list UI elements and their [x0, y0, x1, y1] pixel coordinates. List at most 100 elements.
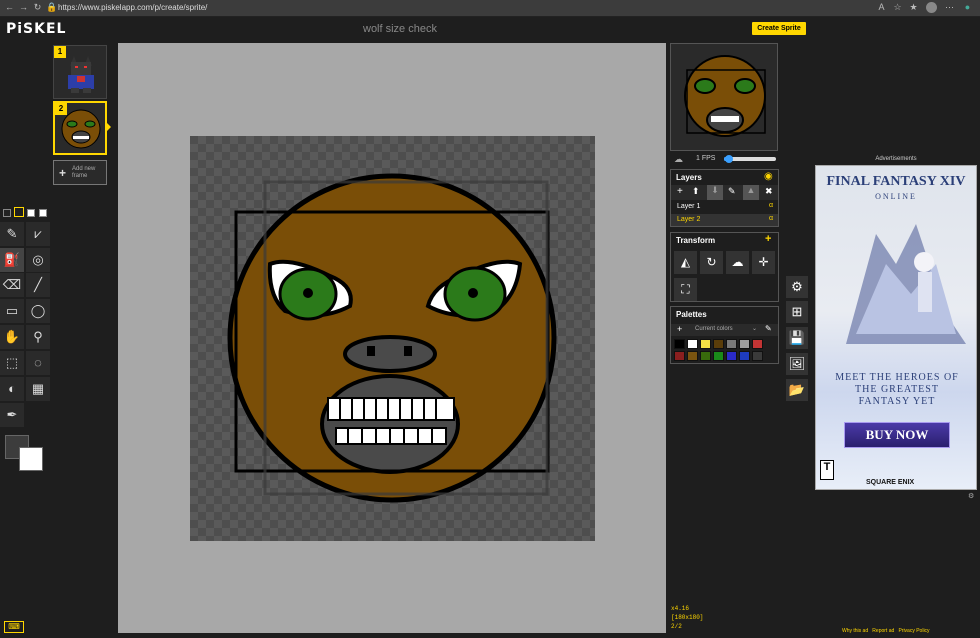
forward-icon[interactable]: →: [18, 2, 29, 13]
palette-swatch[interactable]: [700, 339, 711, 349]
transform-title: Transform: [676, 236, 716, 245]
palette-swatch[interactable]: [713, 339, 724, 349]
fps-label: 1 FPS: [696, 155, 716, 162]
palette-swatch[interactable]: [726, 351, 737, 361]
palette-swatch[interactable]: [674, 351, 685, 361]
palette-swatch[interactable]: [687, 339, 698, 349]
frame-counter: 2/2: [671, 623, 682, 630]
reader-icon[interactable]: A: [876, 2, 887, 13]
paint-all-same-color-icon[interactable]: ◎: [26, 248, 50, 272]
frame-thumbnail-2[interactable]: 2: [53, 101, 107, 155]
color-picker-icon[interactable]: ✒: [0, 403, 24, 427]
esrb-rating: T: [820, 460, 834, 480]
address-bar[interactable]: https://www.piskelapp.com/p/create/sprit…: [58, 3, 207, 12]
lighten-tool-icon[interactable]: ◐: [0, 377, 24, 401]
browser-toolbar: ← → ↻ 🔒 https://www.piskelapp.com/p/crea…: [0, 0, 980, 17]
preview-image: [684, 55, 766, 137]
resize-icon[interactable]: ⊞: [786, 301, 808, 323]
move-layer-up-icon[interactable]: ⬆: [692, 186, 700, 197]
ad-buy-now-button[interactable]: BUY NOW: [844, 422, 950, 448]
pen-size-4[interactable]: [39, 209, 47, 217]
merge-layer-icon[interactable]: ▲: [743, 185, 759, 200]
rotate-icon[interactable]: ↻: [700, 251, 723, 274]
reload-icon[interactable]: ↻: [32, 2, 43, 13]
palette-swatch[interactable]: [700, 351, 711, 361]
rectangle-tool-icon[interactable]: ▭: [0, 299, 24, 323]
edit-palette-icon[interactable]: ✎: [765, 324, 772, 333]
layers-panel: Layers ◉ + ⬆ ⬇ ✎ ▲ ✖ Layer 1 α Layer 2 α: [670, 169, 779, 227]
pen-size-1[interactable]: [3, 209, 11, 217]
fps-slider[interactable]: [724, 155, 776, 163]
export-image-icon[interactable]: 🖼: [786, 353, 808, 375]
advertisement[interactable]: FINAL FANTASY XIV ONLINE MEET THE HEROES…: [815, 165, 977, 490]
palette-swatch[interactable]: [687, 351, 698, 361]
fps-slider-handle[interactable]: [724, 155, 733, 163]
why-this-ad-link[interactable]: Why this ad: [842, 628, 868, 634]
shape-selection-icon[interactable]: ⚲: [26, 325, 50, 349]
profile-avatar[interactable]: [926, 2, 937, 13]
report-ad-link[interactable]: Report ad: [872, 628, 894, 634]
flip-icon[interactable]: ◭: [674, 251, 697, 274]
piskel-logo[interactable]: PiSKEL: [6, 21, 66, 37]
palette-swatch[interactable]: [739, 351, 750, 361]
move-layer-down-icon[interactable]: ⬇: [707, 185, 723, 200]
palette-swatch[interactable]: [726, 339, 737, 349]
frame-thumbnail-1[interactable]: 1: [53, 45, 107, 99]
privacy-policy-link[interactable]: Privacy Policy: [898, 628, 929, 634]
secondary-color-swatch[interactable]: [19, 447, 43, 471]
add-frame-label: Add new frame: [72, 166, 96, 179]
rename-layer-icon[interactable]: ✎: [728, 186, 736, 197]
palette-swatch[interactable]: [713, 351, 724, 361]
stroke-tool-icon[interactable]: ╱: [26, 273, 50, 297]
eye-icon[interactable]: ◉: [764, 171, 773, 182]
layer-alpha-icon[interactable]: α: [769, 215, 773, 222]
paint-bucket-icon[interactable]: ⛽: [0, 248, 24, 272]
add-palette-icon[interactable]: +: [677, 324, 682, 334]
layer-row-selected[interactable]: Layer 2 α: [671, 214, 778, 226]
transform-expand-icon[interactable]: +: [765, 233, 771, 245]
onion-skin-icon[interactable]: ☁: [674, 154, 686, 164]
palette-select[interactable]: Current colors: [695, 326, 733, 332]
keyboard-shortcuts-icon[interactable]: ⌨: [4, 621, 24, 633]
animation-preview[interactable]: [670, 43, 778, 151]
add-layer-icon[interactable]: +: [677, 186, 683, 197]
settings-gear-icon[interactable]: ⚙: [786, 276, 808, 298]
lasso-select-icon[interactable]: ◌: [26, 351, 50, 375]
pen-size-selector: [3, 207, 53, 219]
edge-icon[interactable]: ●: [962, 2, 973, 13]
add-frame-button[interactable]: + Add new frame: [53, 160, 107, 185]
chevron-down-icon[interactable]: ⌄: [752, 325, 757, 332]
palette-swatch[interactable]: [752, 351, 763, 361]
star-icon[interactable]: ☆: [892, 2, 903, 13]
layer-name: Layer 2: [677, 216, 701, 223]
center-icon[interactable]: ✛: [752, 251, 775, 274]
sprite-canvas[interactable]: [190, 136, 595, 541]
move-hand-icon[interactable]: ✋: [0, 325, 24, 349]
vertical-mirror-pen-icon[interactable]: ⩗: [26, 222, 50, 246]
layer-alpha-icon[interactable]: α: [769, 202, 773, 209]
open-folder-icon[interactable]: 📂: [786, 379, 808, 401]
palette-swatch[interactable]: [739, 339, 750, 349]
circle-tool-icon[interactable]: ◯: [26, 299, 50, 323]
transform-panel: Transform + ◭ ↻ ☁ ✛ ⛶: [670, 232, 779, 302]
pen-tool-icon[interactable]: ✎: [0, 222, 24, 246]
crop-icon[interactable]: ⛶: [674, 278, 697, 301]
save-icon[interactable]: 💾: [786, 327, 808, 349]
layer-row[interactable]: Layer 1 α: [671, 201, 778, 213]
dithering-tool-icon[interactable]: ▦: [26, 377, 50, 401]
palettes-panel: Palettes + Current colors ⌄ ✎: [670, 306, 779, 364]
create-sprite-button[interactable]: Create Sprite: [752, 22, 806, 35]
ad-tagline: MEET THE HEROES OF THE GREATEST FANTASY …: [835, 372, 959, 407]
clone-sheep-icon[interactable]: ☁: [726, 251, 749, 274]
palette-swatch[interactable]: [752, 339, 763, 349]
eraser-icon[interactable]: ⌫: [0, 273, 24, 297]
more-icon[interactable]: ⋯: [944, 2, 955, 13]
delete-layer-icon[interactable]: ✖: [765, 186, 773, 197]
pen-size-3[interactable]: [27, 209, 35, 217]
ad-settings-icon[interactable]: ⚙: [968, 492, 974, 500]
pen-size-2[interactable]: [14, 207, 24, 217]
favorites-icon[interactable]: ★: [908, 2, 919, 13]
rectangle-select-icon[interactable]: ⬚: [0, 351, 24, 375]
back-icon[interactable]: ←: [4, 2, 15, 13]
palette-swatch[interactable]: [674, 339, 685, 349]
